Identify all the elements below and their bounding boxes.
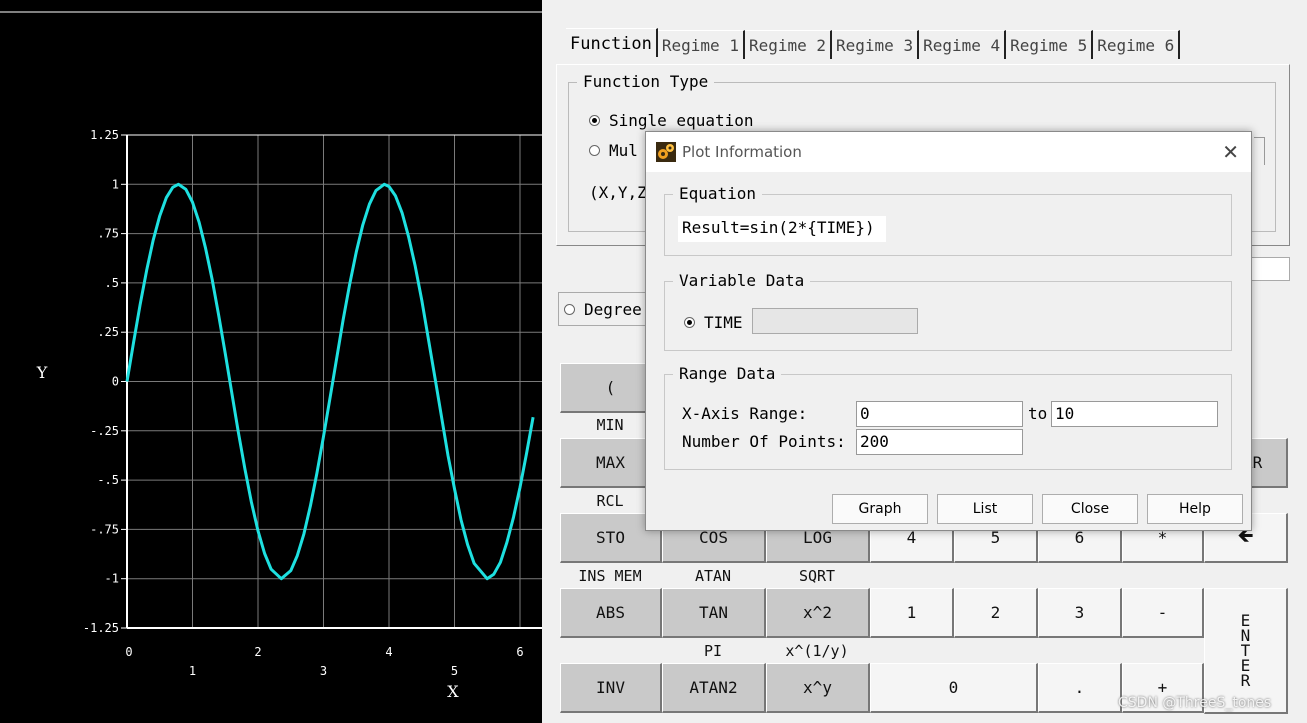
multi-equation-label: Mul [609,141,638,160]
y-tick-label: 0 [112,375,119,389]
sine-plot: 1.25 1 .75 .5 .25 0 -.25 -.5 -.75 -1 -1.25 0 1 2 3 4 5 6 X… [0,11,542,701]
single-equation-radio[interactable]: Single equation [589,111,754,130]
key-3-button[interactable]: 3 [1038,588,1122,638]
minus-button[interactable]: - [1122,588,1204,638]
list-button[interactable]: List [937,494,1033,524]
watermark: CSDN @ThreeS_tones [1118,695,1272,711]
abs-button[interactable]: ABS [560,588,662,638]
equation-text: Result=sin(2*{TIME}) [682,218,875,237]
multi-equation-radio[interactable]: Mul [589,141,638,160]
range-data-legend: Range Data [673,364,782,383]
number-of-points-label: Number Of Points: [682,432,846,451]
plot-area: 1.25 1 .75 .5 .25 0 -.25 -.5 -.75 -1 -1.25 0 1 2 3 4 5 6 X… [0,0,542,723]
tab-regime-1[interactable]: Regime 1 [657,30,745,59]
hidden-field-edge [1254,137,1265,165]
radio-checked-icon [684,317,695,328]
decimal-point-button[interactable]: . [1038,663,1122,713]
y-tick-label: -1 [105,572,119,586]
enter-letter: R [1240,671,1251,690]
key-1-button[interactable]: 1 [870,588,954,638]
key-0-button[interactable]: 0 [870,663,1038,713]
dialog-titlebar[interactable]: Plot Information ✕ [646,132,1251,172]
graph-button[interactable]: Graph [832,494,928,524]
equation-legend: Equation [673,184,763,203]
y-tick-label: 1.25 [90,128,119,142]
x-tick-label: 0 [125,645,132,659]
ins-mem-label: INS MEM [578,567,642,585]
x-tick-label: 5 [451,664,458,678]
tan-button[interactable]: TAN [662,588,766,638]
radio-unchecked-icon [564,304,575,315]
x-tick-label: 2 [254,645,261,659]
pi-label: PI [703,642,723,660]
y-tick-label: .25 [97,325,119,339]
close-button[interactable]: Close [1042,494,1138,524]
atan2-button[interactable]: ATAN2 [662,663,766,713]
radio-checked-icon [589,115,600,126]
variable-data-legend: Variable Data [673,271,811,290]
x-axis-range-label: X-Axis Range: [682,404,808,423]
atan-label: ATAN [694,567,732,585]
time-variable-radio[interactable]: TIME [684,313,743,332]
x-pow-y-button[interactable]: x^y [766,663,870,713]
inv-button[interactable]: INV [560,663,662,713]
tab-regime-2[interactable]: Regime 2 [744,30,833,59]
to-label: to [1028,404,1048,423]
time-variable-input[interactable] [752,308,918,334]
y-tick-label: -.75 [90,522,119,536]
close-icon[interactable]: ✕ [1222,140,1239,164]
x-range-from-input[interactable]: 0 [856,401,1023,427]
y-tick-label: -.5 [97,473,119,487]
degree-label: Degree [584,300,642,319]
gears-icon [656,142,676,162]
tab-function[interactable]: Function [566,28,658,57]
variables-label: (X,Y,Z [589,183,647,202]
x-tick-label: 4 [385,645,392,659]
x-range-to-input[interactable]: 10 [1051,401,1218,427]
x-squared-button[interactable]: x^2 [766,588,870,638]
y-tick-label: -1.25 [83,621,119,635]
key-2-button[interactable]: 2 [954,588,1038,638]
plot-information-dialog: Plot Information ✕ Equation Result=sin(2… [645,131,1252,531]
degree-radio[interactable]: Degree [564,300,642,319]
function-type-legend: Function Type [577,72,715,91]
x-pow-inv-y-label: x^(1/y) [785,642,849,660]
tab-regime-6[interactable]: Regime 6 [1093,30,1181,59]
y-tick-label: -.25 [90,424,119,438]
sqrt-label: SQRT [798,567,836,585]
x-axis-title: X [447,682,459,701]
equation-display: Result=sin(2*{TIME}) [678,216,886,242]
x-tick-label: 6 [516,645,523,659]
dialog-title: Plot Information [682,143,802,161]
number-of-points-input[interactable]: 200 [856,429,1023,455]
partial-input[interactable] [1250,257,1290,281]
y-axis-title: Y [36,363,48,382]
radio-unchecked-icon [589,145,600,156]
y-tick-label: .5 [105,276,119,290]
x-tick-label: 3 [320,664,327,678]
tab-regime-4[interactable]: Regime 4 [919,30,1007,59]
y-tick-label: 1 [112,177,119,191]
regime-tabs: Function Regime 1 Regime 2 Regime 3 Regi… [566,28,1181,62]
help-button[interactable]: Help [1147,494,1243,524]
x-tick-label: 1 [189,664,196,678]
tab-regime-3[interactable]: Regime 3 [832,30,920,59]
variable-data-group: Variable Data [664,271,1232,351]
tab-regime-5[interactable]: Regime 5 [1006,30,1094,59]
single-equation-label: Single equation [609,111,754,130]
time-variable-label: TIME [704,313,743,332]
y-tick-label: .75 [97,227,119,241]
